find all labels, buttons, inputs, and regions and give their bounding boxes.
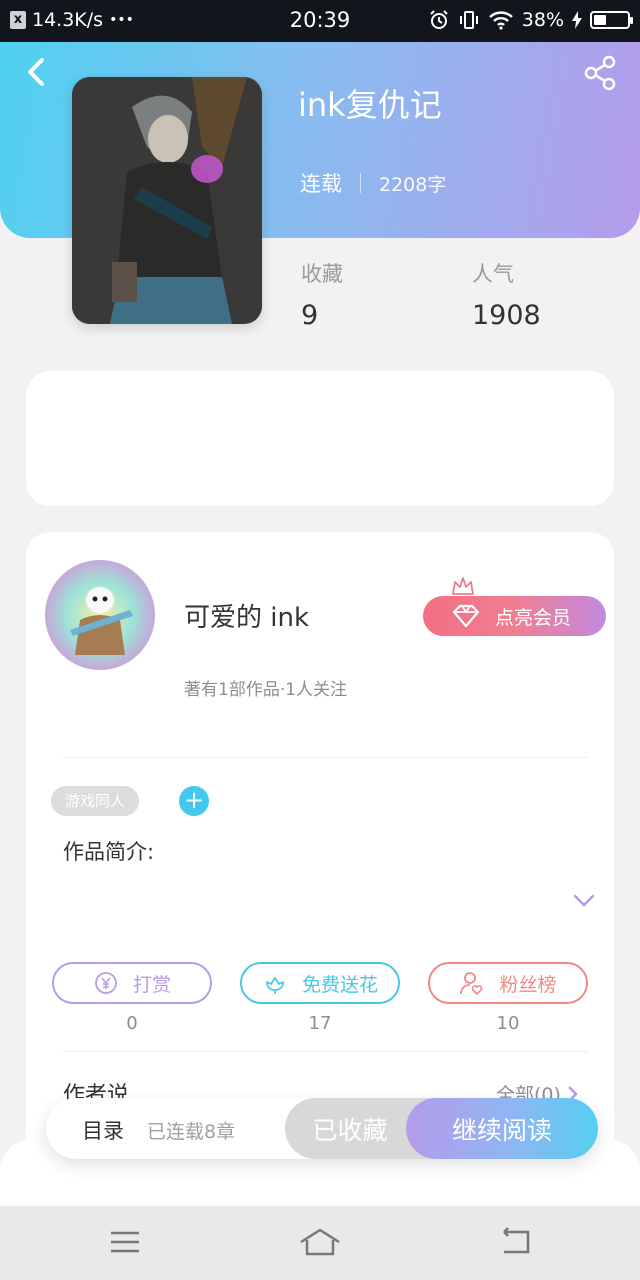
- charging-icon: [572, 11, 582, 29]
- battery-fill: [594, 15, 606, 25]
- stat-popularity: 人气 1908: [472, 258, 541, 331]
- diamond-icon: [452, 604, 480, 628]
- continue-reading-label: 继续阅读: [451, 1115, 552, 1145]
- stat-label: 人气: [472, 262, 514, 286]
- divider: [62, 757, 588, 758]
- yen-coin-icon: [95, 972, 117, 994]
- book-cover[interactable]: [72, 77, 262, 324]
- stat-favorites: 收藏 9: [301, 258, 343, 331]
- author-meta: 著有1部作品·1人关注: [184, 680, 348, 700]
- send-flower-button[interactable]: 免费送花: [240, 962, 400, 1004]
- reward-button[interactable]: 打赏: [52, 962, 212, 1004]
- send-flower-label: 免费送花: [301, 973, 378, 996]
- add-tag-button[interactable]: +: [179, 786, 209, 816]
- cover-illustration: [72, 77, 262, 324]
- continue-reading-button[interactable]: 继续阅读: [406, 1098, 598, 1159]
- reward-label: 打赏: [132, 973, 171, 996]
- author-name[interactable]: 可爱的 ink: [184, 597, 309, 634]
- flower-count: 17: [308, 1013, 332, 1034]
- meta-separator: [360, 173, 361, 193]
- fan-count: 10: [496, 1013, 520, 1034]
- fan-rank-label: 粉丝榜: [499, 973, 557, 996]
- stat-label: 收藏: [301, 262, 343, 286]
- wifi-icon: [488, 11, 513, 30]
- intro-label: 作品简介:: [63, 840, 155, 864]
- stat-value: 1908: [472, 300, 541, 331]
- crown-icon: [452, 577, 474, 595]
- word-count: 2208字: [379, 173, 447, 196]
- fan-user-icon: [460, 972, 483, 996]
- status-bar: x 14.3K/s ••• 20:39 38%: [0, 0, 640, 42]
- blank-card: [26, 371, 614, 506]
- share-icon[interactable]: [582, 55, 618, 91]
- system-nav-bar: [0, 1206, 640, 1280]
- vibrate-icon: [459, 11, 478, 29]
- book-title: ink复仇记: [298, 86, 442, 124]
- back-icon[interactable]: [22, 55, 52, 89]
- divider: [62, 1051, 588, 1052]
- vip-button-label: 点亮会员: [495, 606, 572, 629]
- reward-count: 0: [126, 1013, 138, 1034]
- book-status: 连载: [300, 172, 342, 196]
- genre-tag[interactable]: 游戏同人: [51, 786, 140, 816]
- alarm-icon: [430, 10, 448, 29]
- chevron-down-icon[interactable]: [572, 893, 596, 909]
- home-icon[interactable]: [298, 1224, 342, 1260]
- catalog-button[interactable]: 目录: [82, 1115, 124, 1145]
- flower-icon: [266, 977, 284, 994]
- avatar[interactable]: [45, 560, 155, 670]
- status-right: 38%: [428, 9, 633, 31]
- book-meta: 连载 2208字: [300, 168, 446, 198]
- fan-rank-button[interactable]: 粉丝榜: [428, 962, 588, 1004]
- collected-label: 已收藏: [312, 1115, 388, 1145]
- menu-icon[interactable]: [105, 1224, 145, 1260]
- vip-button[interactable]: 点亮会员: [423, 596, 606, 636]
- reading-bar: 目录 已连载8章 已收藏 继续阅读: [46, 1098, 598, 1159]
- stat-value: 9: [301, 300, 319, 331]
- battery-icon: [590, 11, 633, 29]
- avatar-illustration: [45, 560, 155, 670]
- chapter-count: 已连载8章: [147, 1121, 236, 1143]
- battery-percent: 38%: [521, 9, 564, 31]
- back-nav-icon[interactable]: [496, 1224, 536, 1260]
